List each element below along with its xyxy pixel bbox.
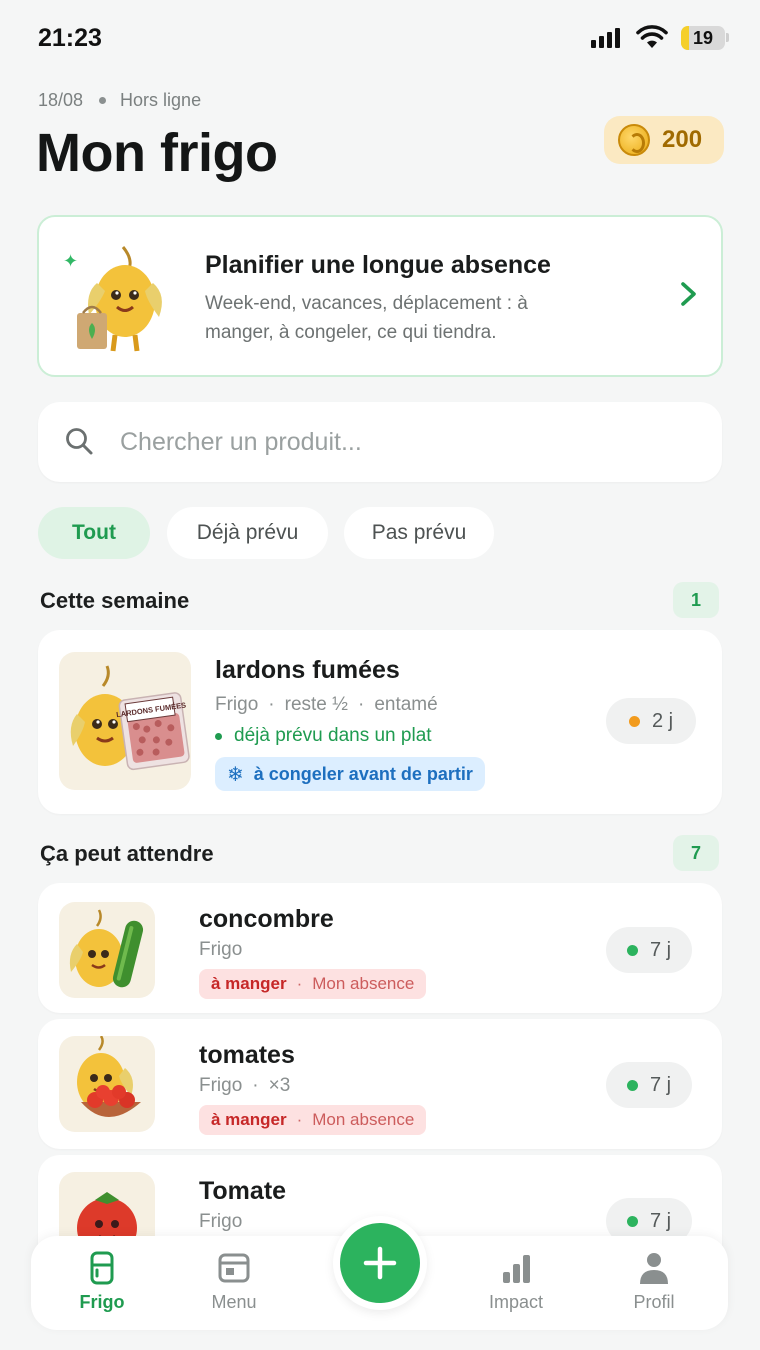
product-meta: Frigo — [199, 939, 243, 960]
header-date: 18/08 — [38, 90, 84, 110]
nav-label: Menu — [211, 1292, 257, 1312]
filter-chip-all[interactable]: Tout — [38, 507, 150, 559]
product-name: lardons fumées — [215, 656, 400, 684]
product-card-concombre[interactable]: concombre Frigo à manger · Mon absence 7 j — [38, 883, 722, 1013]
section-title-can-wait: Ça peut attendre — [40, 841, 214, 866]
menu-icon — [218, 1253, 250, 1283]
battery-level: 19 — [692, 28, 714, 48]
nav-label: Impact — [488, 1292, 544, 1312]
planned-status: déjà prévu dans un plat — [215, 725, 432, 747]
banner-title: Planifier une longue absence — [205, 251, 551, 279]
search-icon — [66, 428, 93, 455]
eat-tag: à manger · Mon absence — [199, 1105, 427, 1135]
nav-item-menu[interactable]: Menu — [189, 1250, 279, 1313]
product-thumbnail — [59, 902, 155, 998]
plus-icon — [363, 1246, 397, 1280]
page-title: Mon frigo — [36, 123, 278, 183]
product-meta: Frigo — [199, 1211, 243, 1232]
plan-absence-banner[interactable]: ✦ Planifier une longue absence Week-end,… — [37, 215, 723, 377]
product-name: Tomate — [199, 1177, 287, 1205]
add-product-button[interactable] — [333, 1216, 427, 1310]
days-remaining-pill: 7 j — [606, 927, 692, 973]
days-remaining-pill: 2 j — [606, 698, 696, 744]
wifi-icon — [636, 25, 668, 48]
filter-chip-planned[interactable]: Déjà prévu — [167, 507, 328, 559]
user-icon — [640, 1253, 668, 1284]
nav-item-impact[interactable]: Impact — [471, 1250, 561, 1313]
battery-icon: 19 — [681, 26, 725, 50]
banner-description: Week-end, vacances, déplacement : à mang… — [205, 293, 528, 343]
header-subline: 18/08 Hors ligne — [38, 90, 201, 111]
days-remaining-pill: 7 j — [606, 1062, 692, 1108]
chevron-right-icon — [681, 282, 696, 306]
product-thumbnail — [59, 1036, 155, 1132]
nav-item-frigo[interactable]: Frigo — [57, 1250, 147, 1313]
product-card-lardons[interactable]: LARDONS FUMÉES lardons fumées Frigo · rest… — [38, 630, 722, 814]
product-name: tomates — [199, 1041, 295, 1069]
status-bar: 21:23 19 — [0, 0, 760, 80]
nav-item-profil[interactable]: Profil — [609, 1250, 699, 1313]
section-title-this-week: Cette semaine — [40, 588, 190, 613]
product-meta: Frigo · ×3 — [199, 1075, 291, 1096]
coins-value: 200 — [662, 126, 703, 153]
nav-label: Profil — [633, 1292, 675, 1312]
coins-badge[interactable]: 200 — [604, 116, 724, 164]
chart-icon — [503, 1255, 530, 1283]
status-time: 21:23 — [38, 24, 102, 52]
signal-icon — [591, 28, 620, 48]
coin-icon — [618, 124, 650, 156]
product-thumbnail: LARDONS FUMÉES — [59, 652, 191, 790]
freeze-tag: ❄ à congeler avant de partir — [215, 757, 485, 791]
section-count-badge: 1 — [673, 582, 719, 618]
product-meta: Frigo · reste ½ · entamé — [215, 694, 438, 715]
snowflake-icon: ❄ — [227, 763, 244, 786]
eat-tag: à manger · Mon absence — [199, 969, 427, 999]
product-card-tomates[interactable]: tomates Frigo · ×3 à manger · Mon absence 7 … — [38, 1019, 722, 1149]
search-bar — [38, 402, 722, 482]
filter-chip-unplanned[interactable]: Pas prévu — [344, 507, 494, 559]
product-name: concombre — [199, 905, 334, 933]
mascot-with-bag-illustration — [77, 246, 162, 352]
section-count-badge: 7 — [673, 835, 719, 871]
nav-label: Frigo — [79, 1292, 125, 1312]
fridge-icon — [90, 1251, 114, 1285]
connection-status: Hors ligne — [120, 90, 202, 110]
search-input[interactable] — [120, 420, 680, 464]
